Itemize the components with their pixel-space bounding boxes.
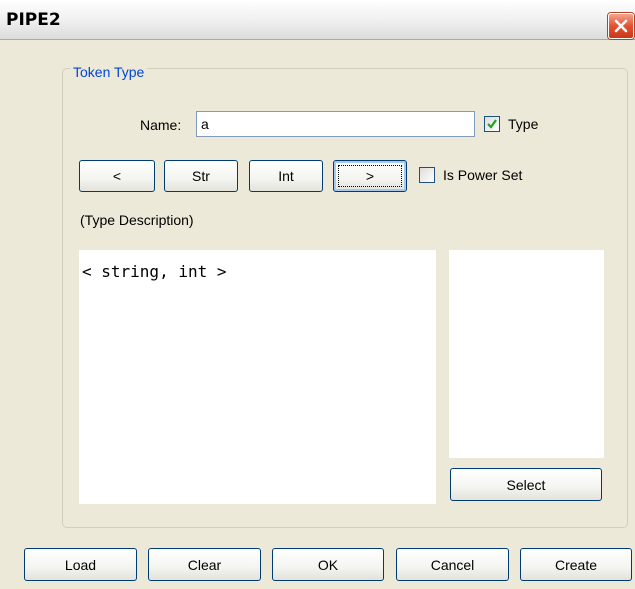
- clear-button[interactable]: Clear: [148, 548, 261, 581]
- cancel-button[interactable]: Cancel: [396, 548, 509, 581]
- next-type-button-label: >: [365, 168, 375, 184]
- power-set-checkbox-label: Is Power Set: [443, 167, 523, 183]
- name-input[interactable]: [196, 111, 475, 137]
- power-set-checkbox[interactable]: [419, 167, 435, 183]
- create-button[interactable]: Create: [520, 548, 632, 581]
- close-icon: [614, 19, 628, 33]
- type-description-label: (Type Description): [80, 212, 194, 228]
- window-title: PIPE2: [6, 10, 61, 30]
- dialog-window: PIPE2 Token Type Name: Type < Str Int > …: [0, 0, 635, 589]
- type-checkbox[interactable]: [484, 116, 500, 132]
- next-type-button[interactable]: >: [333, 160, 407, 192]
- name-label: Name:: [140, 117, 182, 133]
- title-bar[interactable]: PIPE2: [0, 0, 635, 40]
- str-button[interactable]: Str: [164, 160, 238, 192]
- load-button[interactable]: Load: [24, 548, 137, 581]
- select-button[interactable]: Select: [450, 468, 602, 501]
- selection-list[interactable]: [449, 250, 604, 458]
- prev-type-button[interactable]: <: [79, 160, 155, 192]
- type-checkbox-label: Type: [508, 116, 539, 132]
- type-description-text[interactable]: < string, int >: [79, 250, 436, 504]
- close-button[interactable]: [608, 13, 634, 39]
- ok-button[interactable]: OK: [272, 548, 384, 581]
- token-type-group-label: Token Type: [70, 64, 148, 80]
- check-icon: [487, 119, 497, 129]
- int-button[interactable]: Int: [249, 160, 323, 192]
